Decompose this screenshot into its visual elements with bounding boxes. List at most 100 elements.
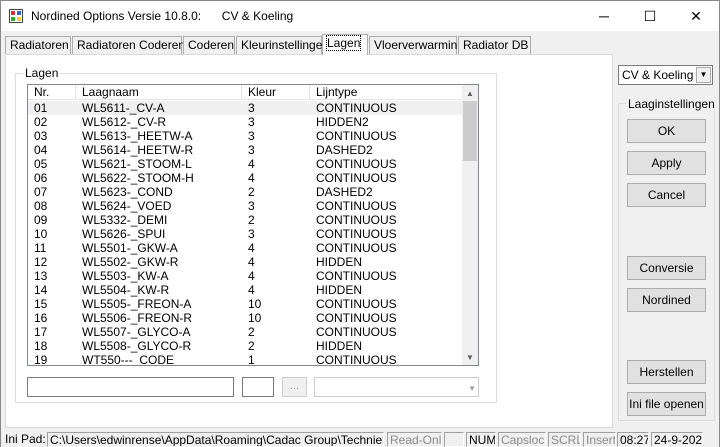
cell-kleur: 3: [248, 199, 255, 213]
minimize-button[interactable]: ─: [581, 1, 627, 31]
table-row[interactable]: 12 WL5502-_GKW-R 4 HIDDEN: [28, 255, 464, 269]
cell-kleur: 3: [248, 115, 255, 129]
cell-laagnaam: WL5507-_GLYCO-A: [82, 325, 191, 339]
insert-indicator: Insert: [583, 432, 616, 447]
cell-laagnaam: WL5626-_SPUI: [82, 227, 166, 241]
cell-laagnaam: WT550---_CODE: [82, 353, 175, 366]
cell-lijntype: CONTINUOUS: [316, 311, 397, 325]
tab-radiatoren-coderen[interactable]: Radiatoren Coderen: [72, 36, 185, 54]
column-header-kleur[interactable]: Kleur: [242, 85, 310, 100]
tab-radiatoren[interactable]: Radiatoren: [5, 36, 71, 54]
cell-lijntype: CONTINUOUS: [316, 129, 397, 143]
cell-kleur: 4: [248, 283, 255, 297]
nordined-button[interactable]: Nordined: [627, 288, 706, 312]
cell-laagnaam: WL5506-_FREON-R: [82, 311, 193, 325]
table-row[interactable]: 03 WL5613-_HEETW-A 3 CONTINUOUS: [28, 129, 464, 143]
layers-listview[interactable]: Nr. Laagnaam Kleur Lijntype 01 WL5611-_CV…: [27, 84, 479, 366]
table-row[interactable]: 18 WL5508-_GLYCO-R 2 HIDDEN: [28, 339, 464, 353]
status-bar: Ini Pad: C:\Users\edwinrense\AppData\Roa…: [1, 431, 719, 447]
cell-lijntype: DASHED2: [316, 185, 373, 199]
window-title-app: Nordined Options Versie 10.8.0:: [31, 9, 202, 23]
table-row[interactable]: 19 WT550---_CODE 1 CONTINUOUS: [28, 353, 464, 366]
cell-laagnaam: WL5612-_CV-R: [82, 115, 167, 129]
cell-nr: 17: [34, 325, 48, 339]
ok-button[interactable]: OK: [627, 119, 706, 143]
cell-nr: 13: [34, 269, 48, 283]
project-combobox[interactable]: CV & Koeling ▼: [618, 65, 713, 85]
table-row[interactable]: 15 WL5505-_FREON-A 10 CONTINUOUS: [28, 297, 464, 311]
scroll-down-icon[interactable]: ▼: [462, 349, 478, 365]
cancel-button[interactable]: Cancel: [627, 183, 706, 207]
cell-laagnaam: WL5614-_HEETW-R: [82, 143, 194, 157]
ini-file-openen-button[interactable]: Ini file openen: [627, 392, 706, 416]
column-header-lijntype[interactable]: Lijntype: [310, 85, 464, 100]
tab-label: Lagen: [325, 35, 362, 51]
cell-lijntype: CONTINUOUS: [316, 157, 397, 171]
table-row[interactable]: 14 WL5504-_KW-R 4 HIDDEN: [28, 283, 464, 297]
cell-kleur: 3: [248, 227, 255, 241]
cell-nr: 04: [34, 143, 48, 157]
cell-lijntype: CONTINUOUS: [316, 199, 397, 213]
tab-kleurinstellingen[interactable]: Kleurinstellingen: [236, 36, 329, 54]
apply-button[interactable]: Apply: [627, 151, 706, 175]
cell-kleur: 4: [248, 241, 255, 255]
table-row[interactable]: 11 WL5501-_GKW-A 4 CONTINUOUS: [28, 241, 464, 255]
herstellen-button[interactable]: Herstellen: [627, 360, 706, 384]
scroll-thumb[interactable]: [463, 101, 477, 161]
tab-lagen[interactable]: Lagen: [322, 34, 368, 55]
cell-nr: 07: [34, 185, 48, 199]
layer-name-input[interactable]: [27, 377, 234, 397]
listview-vertical-scrollbar[interactable]: ▲ ▼: [462, 85, 478, 365]
column-header-laagnaam[interactable]: Laagnaam: [76, 85, 242, 100]
cell-nr: 01: [34, 101, 48, 115]
cell-lijntype: CONTINUOUS: [316, 353, 397, 366]
conversie-button[interactable]: Conversie: [627, 256, 706, 280]
table-row[interactable]: 05 WL5621-_STOOM-L 4 CONTINUOUS: [28, 157, 464, 171]
chevron-down-icon[interactable]: ▼: [696, 67, 711, 83]
options-window: Nordined Options Versie 10.8.0: CV & Koe…: [0, 0, 720, 447]
column-header-nr[interactable]: Nr.: [28, 85, 76, 100]
table-row[interactable]: 04 WL5614-_HEETW-R 3 DASHED2: [28, 143, 464, 157]
tab-coderen[interactable]: Coderen: [183, 36, 235, 54]
tab-label: Radiatoren: [10, 38, 69, 52]
cell-nr: 03: [34, 129, 48, 143]
window-title: Nordined Options Versie 10.8.0: CV & Koe…: [31, 9, 293, 23]
tab-vloerverwarming[interactable]: Vloerverwarming: [369, 36, 464, 54]
num-indicator: NUM: [466, 432, 496, 447]
tab-radiator-db[interactable]: Radiator DB: [458, 36, 531, 54]
table-row[interactable]: 08 WL5624-_VOED 3 CONTINUOUS: [28, 199, 464, 213]
cell-laagnaam: WL5503-_KW-A: [82, 269, 169, 283]
maximize-button[interactable]: ☐: [627, 1, 673, 31]
layer-color-input[interactable]: [242, 377, 274, 397]
laaginstellingen-group-label: Laaginstellingen: [627, 97, 716, 111]
cell-lijntype: HIDDEN: [316, 283, 363, 297]
color-browse-button[interactable]: ...: [282, 377, 307, 397]
ini-path-label: Ini Pad:: [5, 432, 46, 446]
cell-kleur: 4: [248, 171, 255, 185]
linetype-combobox[interactable]: ▼: [314, 377, 479, 397]
close-button[interactable]: ✕: [673, 1, 719, 31]
cell-nr: 12: [34, 255, 48, 269]
cell-lijntype: CONTINUOUS: [316, 325, 397, 339]
cell-nr: 15: [34, 297, 48, 311]
table-row[interactable]: 09 WL5332-_DEMI 2 CONTINUOUS: [28, 213, 464, 227]
cell-kleur: 4: [248, 157, 255, 171]
cell-nr: 18: [34, 339, 48, 353]
cell-laagnaam: WL5621-_STOOM-L: [82, 157, 192, 171]
cell-lijntype: DASHED2: [316, 143, 373, 157]
table-row[interactable]: 13 WL5503-_KW-A 4 CONTINUOUS: [28, 269, 464, 283]
listview-header: Nr. Laagnaam Kleur Lijntype: [28, 85, 464, 100]
table-row[interactable]: 10 WL5626-_SPUI 3 CONTINUOUS: [28, 227, 464, 241]
scroll-up-icon[interactable]: ▲: [462, 85, 478, 101]
table-row[interactable]: 01 WL5611-_CV-A 3 CONTINUOUS: [28, 101, 464, 115]
cell-laagnaam: WL5504-_KW-R: [82, 283, 170, 297]
cell-lijntype: CONTINUOUS: [316, 101, 397, 115]
title-bar[interactable]: Nordined Options Versie 10.8.0: CV & Koe…: [1, 1, 719, 31]
tab-label: Radiator DB: [463, 38, 529, 52]
table-row[interactable]: 16 WL5506-_FREON-R 10 CONTINUOUS: [28, 311, 464, 325]
cell-kleur: 4: [248, 269, 255, 283]
table-row[interactable]: 07 WL5623-_COND 2 DASHED2: [28, 185, 464, 199]
table-row[interactable]: 02 WL5612-_CV-R 3 HIDDEN2: [28, 115, 464, 129]
table-row[interactable]: 17 WL5507-_GLYCO-A 2 CONTINUOUS: [28, 325, 464, 339]
table-row[interactable]: 06 WL5622-_STOOM-H 4 CONTINUOUS: [28, 171, 464, 185]
